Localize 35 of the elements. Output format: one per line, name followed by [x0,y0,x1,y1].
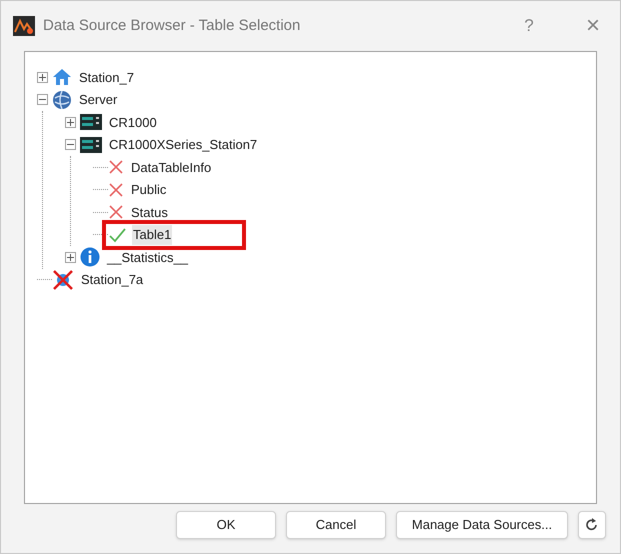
tree-item[interactable]: DataTableInfo [130,158,212,177]
tree-item[interactable]: __Statistics__ [106,248,189,267]
tree-item[interactable]: Station_7 [78,68,135,87]
collapse-toggle[interactable] [37,94,48,106]
device-icon [80,136,102,153]
refresh-icon [585,518,599,532]
crossed-station-icon [52,268,74,291]
plus-icon [67,118,74,126]
app-logo-icon [13,16,35,36]
cross-icon [108,159,124,176]
plus-icon [39,74,46,81]
tree-item[interactable]: Server [78,90,118,110]
tree-item[interactable]: Status [130,202,169,222]
dialog-button[interactable]: Manage Data Sources... [396,511,568,539]
expand-toggle[interactable] [65,252,76,263]
cross-icon [108,182,124,198]
check-icon [108,226,126,243]
device-icon [80,114,102,130]
globe-icon [52,90,72,110]
refresh-button[interactable] [578,511,606,539]
tree-item[interactable]: Table1 [132,225,172,244]
tree-item[interactable]: Station_7a [80,270,144,290]
info-icon [80,247,100,268]
expand-toggle[interactable] [37,72,48,83]
plus-icon [67,254,74,261]
dialog-button[interactable]: OK [176,511,276,539]
tree-item[interactable]: CR1000 [108,112,158,132]
window-title: Data Source Browser - Table Selection [43,16,300,36]
expand-toggle[interactable] [65,116,76,128]
cross-icon [108,204,124,220]
tree-item[interactable]: Public [130,180,168,200]
dialog-button[interactable]: Cancel [286,511,386,539]
tree-item[interactable]: CR1000XSeries_Station7 [108,135,258,154]
house-icon [52,68,72,86]
collapse-toggle[interactable] [65,139,76,150]
